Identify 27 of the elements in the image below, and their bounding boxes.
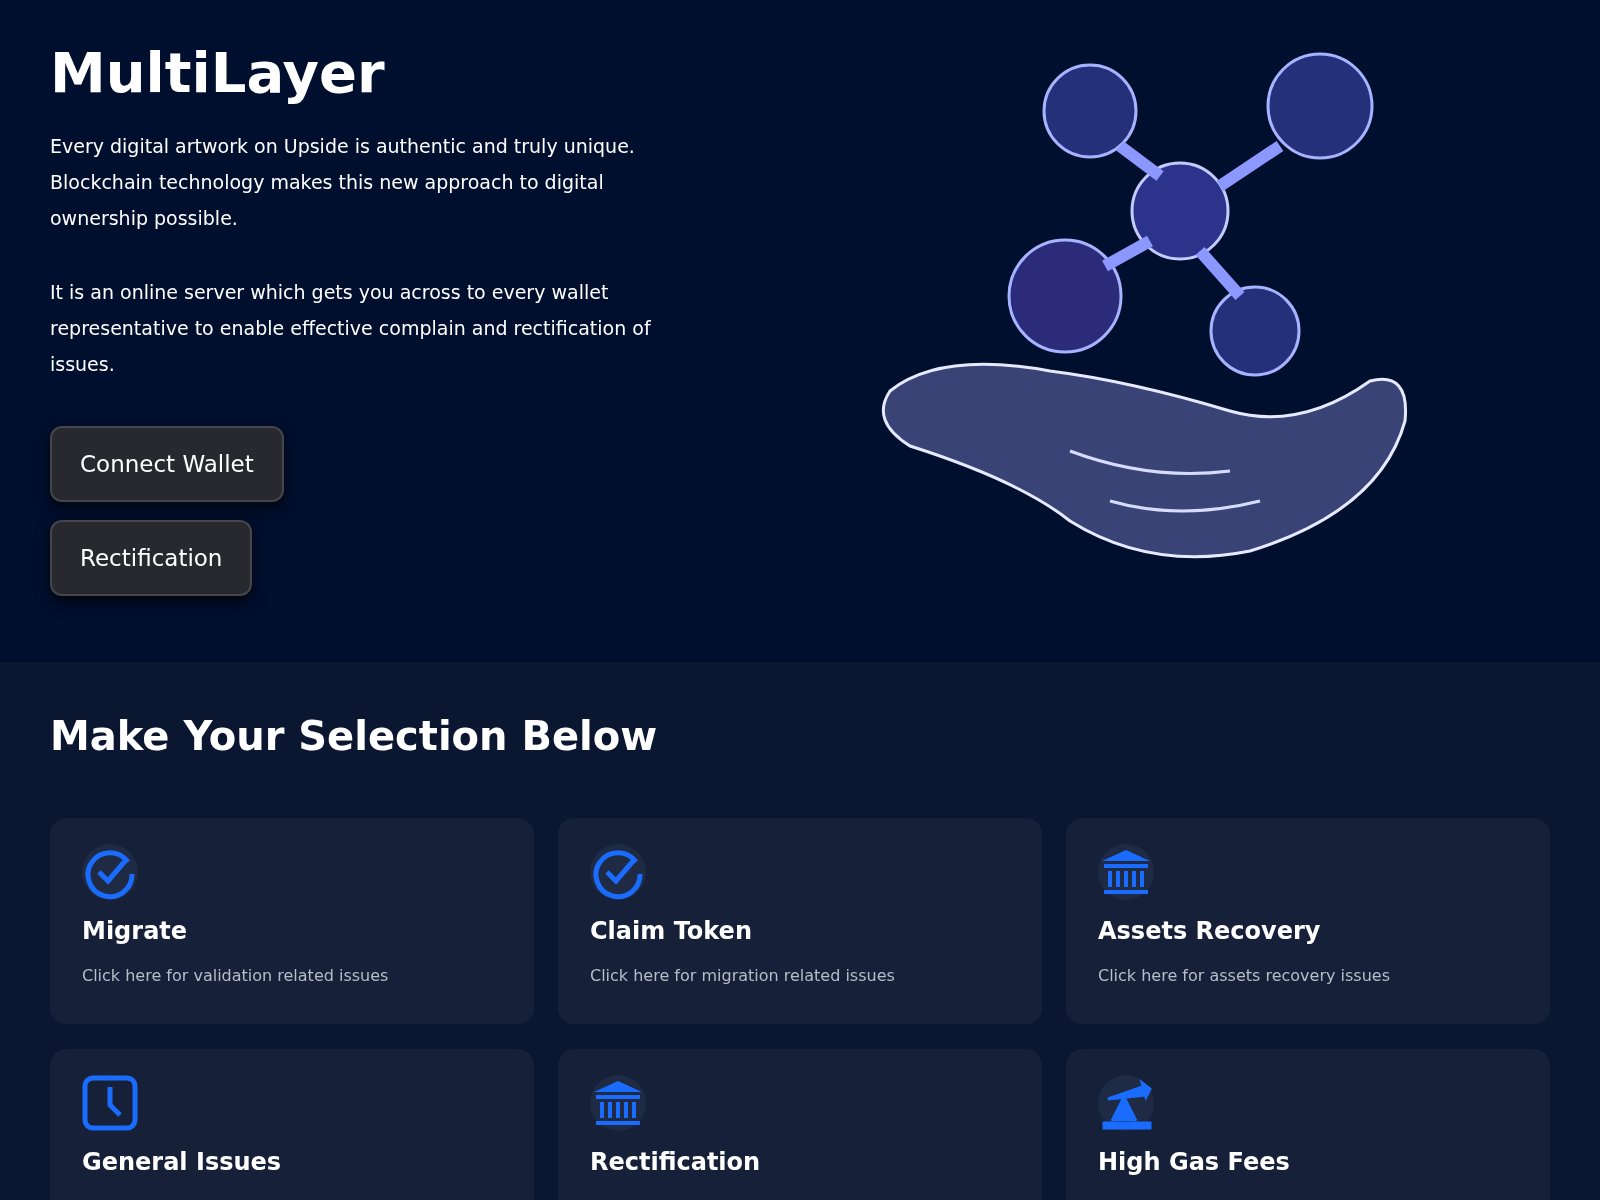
card-description: Click here for migration related issues: [590, 965, 896, 987]
selection-card[interactable]: High Gas Fees: [1066, 1049, 1550, 1200]
check-circle-icon: [590, 844, 646, 900]
selection-card[interactable]: Assets Recovery Click here for assets recovery issues: [1066, 818, 1550, 1024]
oil-pump-icon: [1098, 1075, 1154, 1131]
selection-card[interactable]: Rectification: [558, 1049, 1042, 1200]
card-title: Claim Token: [590, 916, 753, 946]
action-button[interactable]: Connect Wallet: [50, 426, 284, 502]
card-title: General Issues: [82, 1147, 283, 1177]
bank-icon: [1098, 844, 1154, 900]
section-heading: Make Your Selection Below: [50, 712, 659, 761]
card-description: Click here for assets recovery issues: [1098, 965, 1391, 987]
page-title: MultiLayer: [50, 39, 386, 107]
card-description: Click here for validation related issues: [82, 965, 390, 987]
card-title: Rectification: [590, 1147, 762, 1177]
intro-paragraph: Every digital artwork on Upside is authentic and truly unique. Blockchain technology makes this new approach to digital ownership possible.: [50, 134, 636, 231]
selection-card[interactable]: Claim Token Click here for migration related issues: [558, 818, 1042, 1024]
action-button[interactable]: Rectification: [50, 520, 253, 596]
card-title: Migrate: [82, 916, 189, 946]
card-title: Assets Recovery: [1098, 916, 1322, 946]
intro-paragraph: It is an online server which gets you across to every wallet representative to enable effective complain and rectification of issues.: [50, 280, 652, 377]
bank-icon: [590, 1075, 646, 1131]
selection-card[interactable]: Migrate Click here for validation related issues: [50, 818, 534, 1024]
clock-icon: [82, 1075, 138, 1131]
selection-card[interactable]: General Issues: [50, 1049, 534, 1200]
check-circle-icon: [82, 844, 138, 900]
card-title: High Gas Fees: [1098, 1147, 1291, 1177]
